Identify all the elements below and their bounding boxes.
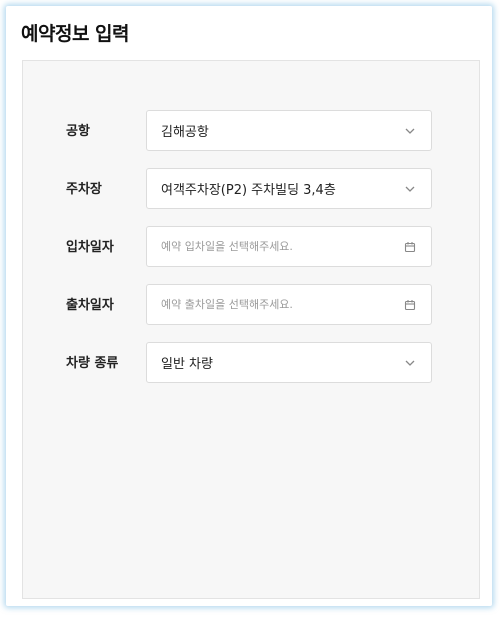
airport-value: 김해공항	[161, 125, 209, 140]
entry-date-input[interactable]	[161, 240, 403, 253]
exit-date-row: 출차일자	[23, 284, 479, 327]
vehicle-type-row: 차량 종류 일반 차량	[23, 342, 479, 385]
chevron-down-icon	[403, 182, 417, 196]
exit-date-input[interactable]	[161, 298, 403, 311]
chevron-down-icon	[403, 124, 417, 138]
chevron-down-icon	[403, 356, 417, 370]
parking-select[interactable]: 여객주차장(P2) 주차빌딩 3,4층	[146, 168, 432, 209]
parking-row: 주차장 여객주차장(P2) 주차빌딩 3,4층	[23, 168, 479, 211]
airport-row: 공항 김해공항	[23, 110, 479, 153]
parking-label: 주차장	[66, 182, 102, 197]
airport-label: 공항	[66, 124, 90, 139]
calendar-icon[interactable]	[403, 240, 417, 254]
vehicle-type-select[interactable]: 일반 차량	[146, 342, 432, 383]
exit-date-field[interactable]	[146, 284, 432, 325]
entry-date-row: 입차일자	[23, 226, 479, 269]
parking-value: 여객주차장(P2) 주차빌딩 3,4층	[161, 183, 336, 198]
vehicle-type-value: 일반 차량	[161, 357, 213, 372]
entry-date-label: 입차일자	[66, 240, 114, 255]
entry-date-field[interactable]	[146, 226, 432, 267]
exit-date-label: 출차일자	[66, 298, 114, 313]
reservation-form: 공항 김해공항 주차장 여객주차장(P2) 주차빌딩 3,4층 입차일자 예약 …	[22, 60, 480, 599]
reservation-window: 예약정보 입력 공항 김해공항 주차장 여객주차장(P2) 주차빌딩 3,4층 …	[6, 6, 492, 606]
page-title: 예약정보 입력	[21, 23, 130, 45]
airport-select[interactable]: 김해공항	[146, 110, 432, 151]
vehicle-type-label: 차량 종류	[66, 356, 119, 371]
calendar-icon[interactable]	[403, 298, 417, 312]
